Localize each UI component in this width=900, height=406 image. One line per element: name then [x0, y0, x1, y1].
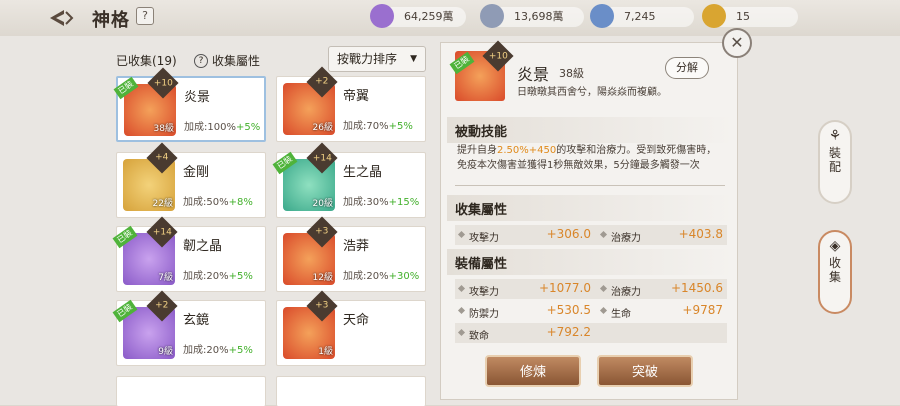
bullet: [457, 328, 466, 337]
card-bonus: 加成:30%+15%: [343, 197, 420, 208]
detail-panel: 已裝 +10 炎景 38級 日暾暾其西舍兮，陽焱焱而複顧。 分解 被動技能 提升…: [440, 40, 738, 400]
deity-name: 炎景: [517, 65, 550, 84]
breakthrough-button[interactable]: 突破: [597, 355, 693, 387]
bullet: [599, 306, 608, 315]
card-name: 金剛: [183, 165, 210, 180]
stat-row: 致命 +792.2: [455, 323, 727, 343]
silver-coin-icon: [480, 4, 504, 28]
page-title: 神格: [92, 10, 130, 31]
blue-gem-icon: [590, 4, 614, 28]
deity-card[interactable]: 12級 +3 浩莽 加成:20%+30%: [276, 216, 426, 292]
help-icon: ?: [194, 53, 208, 68]
card-bonus: 加成:50%+8%: [183, 197, 253, 208]
equip-icon: ⚘: [828, 128, 842, 144]
bullet: [457, 306, 466, 315]
tab-collect[interactable]: ◈ 收集: [818, 230, 852, 314]
card-name: 浩莽: [343, 239, 370, 254]
card-name: 生之晶: [343, 165, 383, 180]
card-bonus: 加成:70%+5%: [343, 121, 413, 132]
gold-medal-icon: [702, 4, 726, 28]
card-bonus: 加成:20%+5%: [183, 271, 253, 282]
stat-row: 防禦力 +530.5 生命 +9787: [455, 301, 727, 321]
card-name: 天命: [343, 313, 370, 328]
collect-attr-title: 收集屬性: [455, 203, 508, 218]
stat-row: 攻擊力 +1077.0 治療力 +1450.6: [455, 279, 727, 299]
bullet: [599, 284, 608, 293]
back-arrow-icon[interactable]: [48, 8, 74, 28]
deity-card[interactable]: [276, 376, 426, 406]
currency-gem[interactable]: 7,245: [590, 4, 694, 28]
purple-crystal-icon: [370, 4, 394, 28]
refine-button[interactable]: 修煉: [485, 355, 581, 387]
passive-skill-title: 被動技能: [455, 125, 508, 140]
chevron-down-icon: ▼: [410, 54, 417, 64]
collected-count: 已收集(19): [116, 54, 177, 68]
tab-equip[interactable]: ⚘ 裝配: [818, 120, 852, 204]
decompose-button[interactable]: 分解: [665, 57, 709, 79]
deity-card[interactable]: [116, 376, 266, 406]
collect-icon: ◈: [829, 238, 841, 254]
equip-attr-title: 裝備屬性: [455, 257, 508, 272]
deity-card[interactable]: 1級 +3 天命: [276, 290, 426, 366]
bullet: [457, 284, 466, 293]
deity-card[interactable]: 9級 已裝 +2 玄鏡 加成:20%+5%: [112, 290, 266, 366]
deity-description: 日暾暾其西舍兮，陽焱焱而複顧。: [517, 87, 667, 98]
deity-card[interactable]: 20級 已裝 +14 生之晶 加成:30%+15%: [272, 142, 426, 218]
bullet: [457, 230, 466, 239]
card-bonus: 加成:20%+5%: [183, 345, 253, 356]
collect-attr-button[interactable]: ? 收集屬性: [194, 52, 260, 69]
card-bonus: 加成:20%+30%: [343, 271, 420, 282]
deity-card[interactable]: 38級 已裝 +10 炎景 加成:100%+5%: [113, 67, 266, 142]
deity-level: 38級: [559, 67, 584, 80]
card-name: 帝翼: [343, 89, 370, 104]
top-bar: 神格 ? 64,259萬 13,698萬 7,245 15: [0, 0, 900, 36]
card-name: 玄鏡: [183, 313, 210, 328]
bullet: [599, 230, 608, 239]
stat-row: 攻擊力 +306.0 治療力 +403.8: [455, 225, 727, 245]
deity-card[interactable]: 22級 +4 金剛 加成:50%+8%: [116, 142, 266, 218]
currency-crystal[interactable]: 64,259萬: [370, 4, 466, 28]
deity-card[interactable]: 26級 +2 帝翼 加成:70%+5%: [276, 66, 426, 142]
card-bonus: 加成:100%+5%: [184, 122, 261, 133]
deity-card[interactable]: 7級 已裝 +14 韌之晶 加成:20%+5%: [112, 216, 266, 292]
currency-medal[interactable]: 15: [702, 4, 798, 28]
sort-select[interactable]: 按戰力排序 ▼: [328, 46, 426, 72]
help-button[interactable]: ?: [136, 7, 154, 25]
divider: [455, 185, 725, 186]
close-icon[interactable]: ✕: [722, 28, 752, 58]
currency-silver[interactable]: 13,698萬: [480, 4, 584, 28]
skill-description: 提升自身2.50%+450的攻擊和治療力。受到致死傷害時， 免疫本次傷害並獲得1…: [457, 145, 717, 171]
card-name: 韌之晶: [183, 239, 223, 254]
card-name: 炎景: [184, 90, 211, 105]
